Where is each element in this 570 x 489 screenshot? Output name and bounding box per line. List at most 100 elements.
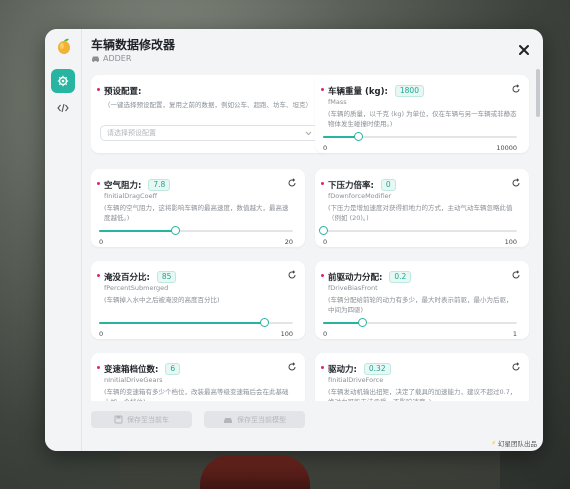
background-vehicle (200, 455, 310, 489)
mass-max: 10000 (496, 144, 517, 152)
drivebias-card: 前驱动力分配: 0.2 fDriveBiasFront (车辆分配给前轮的动力有多… (315, 261, 529, 339)
slider-thumb[interactable] (357, 318, 367, 327)
code-icon (57, 103, 69, 113)
downforce-slider[interactable] (319, 226, 517, 236)
reset-icon[interactable] (511, 362, 521, 372)
submerged-value[interactable]: 85 (156, 271, 177, 283)
save-current-label: 保存至当前车 (127, 415, 169, 424)
save-model-button[interactable]: 保存至当前模型 (204, 411, 305, 428)
downforce-value[interactable]: 0 (380, 179, 396, 191)
required-dot (321, 366, 324, 369)
lightning-icon: ⚡ (491, 439, 496, 447)
vehicle-subtitle: ADDER (91, 54, 131, 63)
driveforce-card: 驱动力: 0.32 fInitialDriveForce (车辆发动机输出扭矩，决… (315, 353, 529, 401)
driveforce-value[interactable]: 0.32 (363, 363, 391, 375)
vehicle-name: ADDER (103, 54, 132, 63)
submerged-slider[interactable] (99, 318, 293, 328)
downforce-min: 0 (323, 238, 328, 246)
required-dot (97, 182, 100, 185)
required-dot (97, 366, 100, 369)
driveforce-desc: (车辆发动机输出扭矩，决定了载具的加速能力，建议不超过0.7，绝对力可能无法承受… (328, 388, 517, 401)
page-title: 车辆数据修改器 (91, 38, 176, 52)
params-grid: 预设配置: （一键选择预设配置，复用之前的数据，例如公车、超跑、坊车、坦克） 请… (91, 75, 531, 401)
mango-logo-icon (58, 38, 70, 54)
drivebias-desc: (车辆分配给前轮的动力有多少，最大时表示前驱，最小为后驱，中间为四驱) (328, 296, 513, 314)
mass-slider[interactable] (323, 132, 517, 142)
mass-label: 车辆重量 (kg): 1800 (328, 85, 424, 97)
downforce-label: 下压力倍率: 0 (328, 179, 396, 191)
gears-key: nInitialDriveGears (104, 376, 163, 384)
required-dot (321, 182, 324, 185)
mass-value[interactable]: 1800 (394, 85, 424, 97)
slider-thumb[interactable] (259, 318, 269, 327)
drivebias-max: 1 (512, 330, 517, 338)
drag-card: 空气阻力: 7.8 fInitialDragCoeff (车辆的空气阻力，这将影响… (91, 169, 305, 247)
save-current-button[interactable]: 保存至当前车 (91, 411, 192, 428)
submerged-key: fPercentSubmerged (104, 284, 169, 292)
reset-icon[interactable] (287, 270, 297, 280)
required-dot (321, 88, 324, 91)
mass-card: 车辆重量 (kg): 1800 fMass (车辆的质量，以千克 (kg) 为单位… (315, 75, 529, 153)
slider-thumb[interactable] (170, 226, 180, 235)
brand-credit: ⚡ 幻星团队出品 (491, 438, 537, 448)
drag-label: 空气阻力: 7.8 (104, 179, 171, 191)
drag-min: 0 (99, 238, 104, 246)
mass-min: 0 (323, 144, 328, 152)
drivebias-min: 0 (323, 330, 328, 338)
gears-value[interactable]: 6 (165, 363, 181, 375)
reset-icon[interactable] (511, 84, 521, 94)
submerged-max: 100 (280, 330, 293, 338)
drivebias-value[interactable]: 0.2 (389, 271, 412, 283)
preset-desc: （一键选择预设配置，复用之前的数据，例如公车、超跑、坊车、坦克） (104, 101, 312, 109)
drivebias-key: fDriveBiasFront (328, 284, 378, 292)
save-model-label: 保存至当前模型 (237, 415, 286, 424)
scrollbar[interactable] (536, 69, 540, 399)
reset-icon[interactable] (287, 362, 297, 372)
car-icon (224, 417, 232, 423)
mass-key: fMass (328, 98, 347, 106)
gears-card: 变速箱档位数: 6 nInitialDriveGears (车辆的变速箱有多少个档… (91, 353, 305, 401)
submerged-desc: (车辆掉入水中之后被淹没的高度百分比) (104, 296, 220, 304)
slider-thumb[interactable] (353, 132, 363, 141)
required-dot (97, 274, 100, 277)
reset-icon[interactable] (511, 178, 521, 188)
required-dot (321, 274, 324, 277)
downforce-max: 100 (504, 238, 517, 246)
preset-card: 预设配置: （一键选择预设配置，复用之前的数据，例如公车、超跑、坊车、坦克） 请… (91, 75, 329, 153)
reset-icon[interactable] (511, 270, 521, 280)
gear-icon (57, 75, 69, 87)
drivebias-label: 前驱动力分配: 0.2 (328, 271, 412, 283)
submerged-min: 0 (99, 330, 104, 338)
modifier-window: 车辆数据修改器 ADDER 预设配置: （一键选择预设配置，复用之前的数据，例如… (45, 29, 543, 451)
brand-text: 幻星团队出品 (498, 440, 537, 448)
reset-icon[interactable] (287, 178, 297, 188)
submerged-label: 淹没百分比: 85 (104, 271, 177, 283)
side-rail (45, 29, 82, 451)
code-nav-button[interactable] (51, 96, 75, 120)
gears-label: 变速箱档位数: 6 (104, 363, 181, 375)
drag-slider[interactable] (99, 226, 293, 236)
drag-key: fInitialDragCoeff (104, 192, 158, 200)
submerged-card: 淹没百分比: 85 fPercentSubmerged (车辆掉入水中之后被淹没的… (91, 261, 305, 339)
chevron-down-icon (305, 131, 312, 136)
driveforce-key: fInitialDriveForce (328, 376, 384, 384)
mass-desc: (车辆的质量，以千克 (kg) 为单位，仅在车辆与另一车辆或非静态物体发生碰撞时… (328, 110, 517, 128)
car-icon (92, 56, 99, 62)
required-dot (97, 88, 100, 91)
downforce-desc: (下压力是增加速度对获得抓地力的方式，主动气动车辆忽略此值（例如 (20)。) (328, 204, 513, 222)
gears-desc: (车辆的变速箱有多少个档位，改装最高等级变速箱后会在此基础上加一个档位) (104, 388, 289, 401)
footer: 保存至当前车 保存至当前模型 ⚡ 幻星团队出品 (91, 403, 543, 451)
save-icon (114, 415, 123, 424)
drivebias-slider[interactable] (323, 318, 517, 328)
close-icon[interactable] (517, 43, 531, 57)
preset-label: 预设配置: (104, 87, 142, 97)
driveforce-label: 驱动力: 0.32 (328, 363, 391, 375)
drag-desc: (车辆的空气阻力，这将影响车辆的最高速度，数值越大，最高速度越低。) (104, 204, 289, 222)
scrollbar-thumb[interactable] (536, 69, 540, 117)
slider-thumb[interactable] (319, 226, 328, 235)
downforce-card: 下压力倍率: 0 fDownforceModifier (下压力是增加速度对获得抓… (315, 169, 529, 247)
settings-nav-button[interactable] (51, 69, 75, 93)
header: 车辆数据修改器 ADDER (91, 35, 543, 71)
preset-select[interactable]: 请选择预设配置 (100, 125, 319, 141)
drag-value[interactable]: 7.8 (148, 179, 171, 191)
